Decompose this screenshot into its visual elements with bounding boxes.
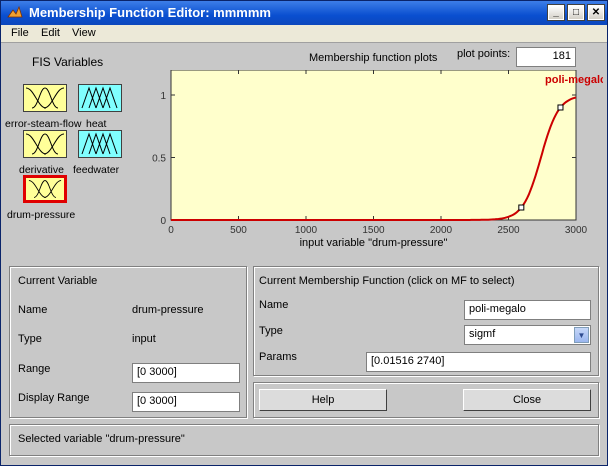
x-tick-label: 2000 bbox=[430, 225, 453, 236]
input-mf-icon bbox=[25, 87, 65, 109]
variable-name-value: drum-pressure bbox=[132, 304, 204, 316]
mf-type-select[interactable]: sigmf ▼ bbox=[464, 325, 591, 345]
mf-handle bbox=[518, 204, 525, 211]
help-button[interactable]: Help bbox=[259, 389, 387, 411]
matlab-app-icon bbox=[7, 5, 23, 18]
membership-function-plot[interactable]: 0 500 1000 1500 2000 2500 3000 0 0.5 1 input varia… bbox=[145, 70, 603, 254]
fis-variables-title: FIS Variables bbox=[32, 55, 104, 69]
mf-type-value: sigmf bbox=[469, 328, 496, 340]
fis-label-derivative: derivative bbox=[19, 164, 64, 176]
fis-label-error-steam-flow: error-steam-flow bbox=[5, 118, 82, 130]
menu-bar: File Edit View bbox=[1, 25, 607, 43]
close-button[interactable]: Close bbox=[463, 389, 591, 411]
window-title: Membership Function Editor: mmmmm bbox=[29, 5, 271, 20]
fis-variable-feedwater[interactable] bbox=[78, 130, 122, 158]
mf-type-label: Type bbox=[259, 325, 283, 337]
variable-type-label: Type bbox=[18, 333, 42, 345]
y-tick-label: 0 bbox=[160, 216, 166, 227]
current-variable-panel: Current Variable Name drum-pressure Type… bbox=[9, 266, 247, 418]
current-mf-panel: Current Membership Function (click on MF… bbox=[253, 266, 599, 376]
input-mf-icon bbox=[28, 180, 62, 198]
mf-curve-label: poli-megalo bbox=[545, 74, 603, 86]
status-text: Selected variable "drum-pressure" bbox=[18, 433, 185, 445]
output-mf-icon bbox=[81, 86, 118, 109]
x-tick-label: 1000 bbox=[295, 225, 318, 236]
fis-variable-derivative[interactable] bbox=[23, 130, 67, 158]
menu-view[interactable]: View bbox=[72, 27, 96, 39]
x-tick-label: 1500 bbox=[362, 225, 385, 236]
variable-type-value: input bbox=[132, 333, 156, 345]
chevron-down-icon[interactable]: ▼ bbox=[574, 327, 589, 343]
input-mf-icon bbox=[25, 133, 65, 155]
fis-variable-drum-pressure[interactable] bbox=[23, 175, 67, 203]
mf-editor-window: Membership Function Editor: mmmmm _ □ ✕ … bbox=[0, 0, 608, 466]
action-buttons-panel: Help Close bbox=[253, 382, 599, 418]
menu-edit[interactable]: Edit bbox=[41, 27, 60, 39]
title-bar[interactable]: Membership Function Editor: mmmmm _ □ ✕ bbox=[1, 1, 607, 25]
variable-name-label: Name bbox=[18, 304, 48, 316]
output-mf-icon bbox=[81, 132, 118, 155]
mf-plots-header: Membership function plots bbox=[309, 52, 438, 64]
maximize-button[interactable]: □ bbox=[567, 4, 585, 21]
x-tick-label: 500 bbox=[230, 225, 247, 236]
x-axis-label: input variable "drum-pressure" bbox=[300, 237, 448, 249]
fis-label-feedwater: feedwater bbox=[73, 164, 120, 176]
plot-points-label: plot points: bbox=[457, 48, 511, 60]
current-mf-title: Current Membership Function (click on MF… bbox=[259, 275, 515, 287]
close-window-button[interactable]: ✕ bbox=[587, 4, 605, 21]
mf-params-input[interactable]: [0.01516 2740] bbox=[366, 352, 591, 372]
y-tick-label: 1 bbox=[160, 91, 166, 102]
display-range-input[interactable]: [0 3000] bbox=[132, 392, 240, 412]
plot-points-input[interactable]: 181 bbox=[516, 47, 576, 67]
mf-name-label: Name bbox=[259, 299, 289, 311]
mf-handle bbox=[557, 104, 564, 111]
fis-label-heat: heat bbox=[86, 118, 107, 130]
x-tick-label: 2500 bbox=[497, 225, 520, 236]
y-tick-label: 0.5 bbox=[152, 154, 166, 165]
mf-name-input[interactable]: poli-megalo bbox=[464, 300, 591, 320]
minimize-button[interactable]: _ bbox=[547, 4, 565, 21]
x-tick-label: 3000 bbox=[565, 225, 588, 236]
current-variable-title: Current Variable bbox=[18, 275, 98, 287]
range-label: Range bbox=[18, 363, 51, 375]
fis-label-drum-pressure: drum-pressure bbox=[7, 209, 76, 221]
plot-area bbox=[170, 70, 577, 221]
fis-variable-heat[interactable] bbox=[78, 84, 122, 112]
status-panel: Selected variable "drum-pressure" bbox=[9, 424, 599, 456]
editor-content: FIS Variables error-steam-flow heat deri… bbox=[5, 44, 603, 462]
x-tick-label: 0 bbox=[168, 225, 174, 236]
range-input[interactable]: [0 3000] bbox=[132, 363, 240, 383]
mf-params-label: Params bbox=[259, 351, 297, 363]
display-range-label: Display Range bbox=[18, 392, 90, 404]
menu-file[interactable]: File bbox=[11, 27, 29, 39]
fis-variable-error-steam-flow[interactable] bbox=[23, 84, 67, 112]
